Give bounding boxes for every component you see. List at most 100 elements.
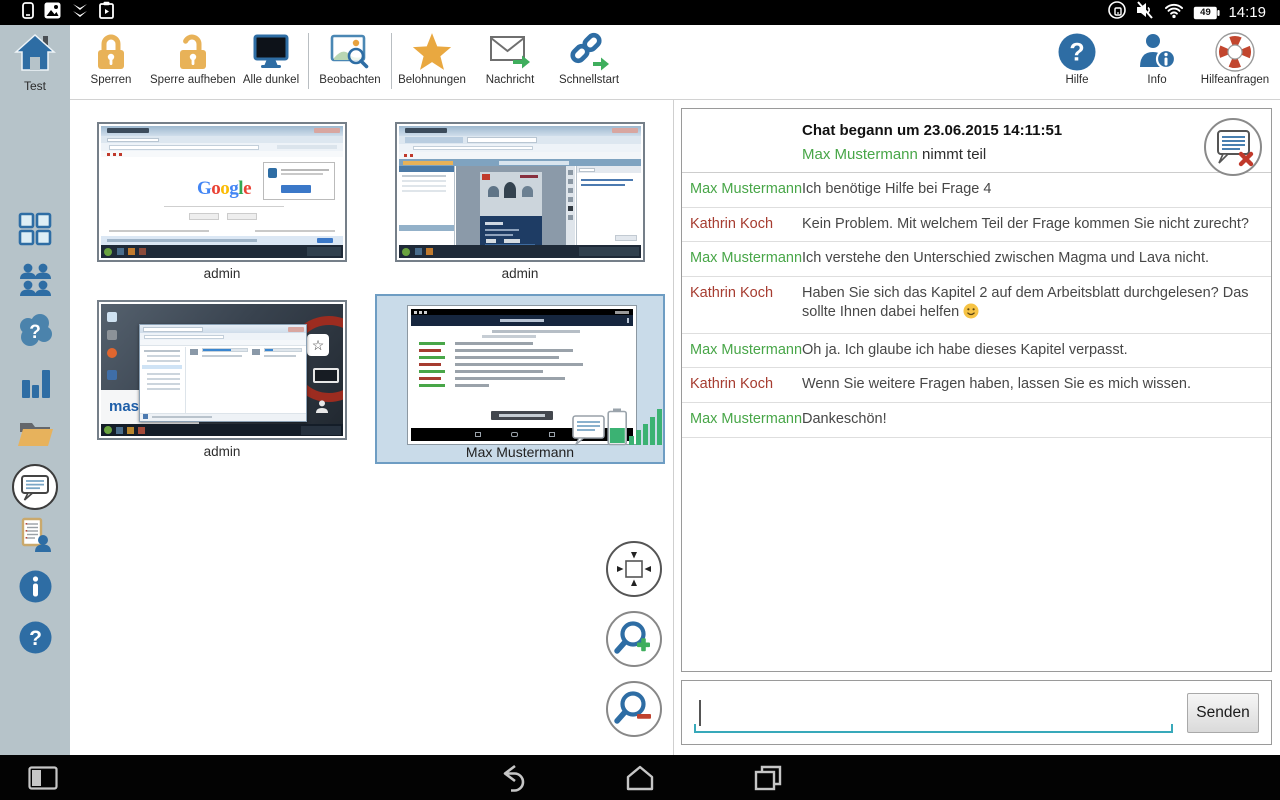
zoom-in-button[interactable] xyxy=(606,611,662,667)
send-button[interactable]: Senden xyxy=(1187,692,1259,733)
svg-text:?: ? xyxy=(29,322,41,343)
mini-toolstrip xyxy=(566,166,575,245)
observe-picture-magnifier-icon xyxy=(310,30,390,74)
zoom-in-icon xyxy=(614,621,650,654)
end-chat-icon xyxy=(1217,130,1254,167)
report-person-icon xyxy=(17,517,53,558)
mini-taskbar xyxy=(101,245,343,258)
mini-viewer xyxy=(456,166,566,250)
sidebar-item-students[interactable] xyxy=(0,257,70,308)
grid-icon xyxy=(17,211,53,252)
star-icon xyxy=(392,30,472,74)
chat-participant-text: Max Mustermann nimmt teil xyxy=(802,146,1191,163)
sidebar-item-info[interactable] xyxy=(0,563,70,614)
thumbnail-2-screen xyxy=(399,126,641,258)
toolbar-observe-label: Beobachten xyxy=(319,74,381,86)
thumbnail-1-label: admin xyxy=(203,266,241,281)
student-thumbnail-4-selected[interactable]: Max Mustermann xyxy=(375,294,665,464)
chat-active-indicator xyxy=(12,463,58,510)
notification-clipboard-icon xyxy=(99,1,114,24)
lifebuoy-icon xyxy=(1192,30,1278,74)
lock-open-icon xyxy=(150,30,230,74)
student-thumbnail-2[interactable] xyxy=(395,122,645,262)
cast-screen-icon xyxy=(1107,0,1127,25)
info-circle-icon xyxy=(19,570,52,608)
thumbnail-4-label: Max Mustermann xyxy=(465,444,575,460)
toolbar-lock-button[interactable]: Sperren xyxy=(71,30,151,96)
folder-icon xyxy=(16,417,54,454)
battery-level-icon: 49 xyxy=(1193,6,1221,20)
mini-person-glyph xyxy=(315,400,329,414)
battery-percent-text: 49 xyxy=(1200,7,1211,18)
dark-monitor-icon xyxy=(231,30,311,74)
chat-message-list: Max Mustermann Ich benötige Hilfe bei Fr… xyxy=(682,173,1271,438)
chat-message-input[interactable] xyxy=(694,692,1173,731)
fit-to-screen-icon xyxy=(617,552,651,586)
chat-message: Max Mustermann Oh ja. Ich glaube ich hab… xyxy=(682,334,1271,369)
toolbar: Sperren Sperre aufheben Alle dunkel Beob… xyxy=(70,25,1280,100)
student-thumbnail-3[interactable]: Komm ☆ maste xyxy=(97,300,347,440)
envelope-send-icon xyxy=(470,30,550,74)
recents-button-icon[interactable] xyxy=(754,765,782,791)
clock: 14:19 xyxy=(1228,4,1266,21)
zoom-out-button[interactable] xyxy=(606,681,662,737)
toolbar-blank-label: Alle dunkel xyxy=(242,74,300,86)
toolbar-lock-label: Sperren xyxy=(90,74,132,86)
chat-panel: Chat begann um 23.06.2015 14:11:51 Max M… xyxy=(681,108,1272,672)
link-chain-icon xyxy=(549,30,629,74)
split-screen-icon[interactable] xyxy=(28,765,58,790)
svg-text:?: ? xyxy=(29,627,42,650)
fit-to-screen-button[interactable] xyxy=(606,541,662,597)
sidebar-item-home-class[interactable]: Test xyxy=(0,33,70,93)
toolbar-message-label: Nachricht xyxy=(485,74,535,86)
toolbar-message-button[interactable]: Nachricht xyxy=(470,30,550,96)
person-info-icon xyxy=(1117,30,1197,74)
sidebar-item-files[interactable] xyxy=(0,410,70,461)
home-button-icon[interactable] xyxy=(626,765,654,791)
toolbar-blank-screens-button[interactable]: Alle dunkel xyxy=(231,30,311,96)
status-bar: 49 14:19 xyxy=(0,0,1280,25)
mini-window-titlebar xyxy=(101,126,343,136)
toolbar-observe-button[interactable]: Beobachten xyxy=(310,30,390,96)
toolbar-quickstart-label: Schnellstart xyxy=(558,74,620,86)
sidebar-item-thumbnails-grid[interactable] xyxy=(0,206,70,257)
end-chat-button[interactable] xyxy=(1204,118,1262,176)
thumbnail-1-screen: Google xyxy=(101,126,343,258)
mini-right-panel xyxy=(576,166,641,245)
android-nav-bar xyxy=(0,755,1280,800)
chat-message: Max Mustermann Dankeschön! xyxy=(682,403,1271,438)
smiley-emoji xyxy=(963,303,979,326)
wifi-icon xyxy=(1163,2,1185,24)
sidebar-item-statistics[interactable] xyxy=(0,359,70,410)
thumbnail-2-label: admin xyxy=(501,266,539,281)
sidebar-home-label: Test xyxy=(23,79,46,93)
sidebar-item-question[interactable]: ? xyxy=(0,308,70,359)
chat-header: Chat begann um 23.06.2015 14:11:51 Max M… xyxy=(682,109,1271,176)
toolbar-help-requests-button[interactable]: Hilfeanfragen xyxy=(1192,30,1278,96)
sidebar: Test ? ? xyxy=(0,25,70,755)
toolbar-unlock-button[interactable]: Sperre aufheben xyxy=(150,30,236,96)
chat-input-underline xyxy=(694,692,1173,733)
toolbar-info-button[interactable]: Info xyxy=(1117,30,1197,96)
sidebar-item-chat[interactable] xyxy=(0,461,70,512)
toolbar-rewards-button[interactable]: Belohnungen xyxy=(392,30,472,96)
chat-message: Kathrin Koch Wenn Sie weitere Fragen hab… xyxy=(682,368,1271,403)
back-button-icon[interactable] xyxy=(498,764,528,792)
notification-photo-icon xyxy=(44,2,61,24)
mini-left-table xyxy=(399,166,455,245)
chat-message: Max Mustermann Ich benötige Hilfe bei Fr… xyxy=(682,173,1271,208)
toolbar-help-button[interactable]: ? Hilfe xyxy=(1037,30,1117,96)
student-thumbnail-1[interactable]: Google xyxy=(97,122,347,262)
chat-input-panel: Senden xyxy=(681,680,1272,745)
toolbar-quickstart-button[interactable]: Schnellstart xyxy=(549,30,629,96)
toolbar-info-label: Info xyxy=(1147,74,1167,86)
participant-name: Max Mustermann xyxy=(802,146,918,163)
toolbar-unlock-label: Sperre aufheben xyxy=(150,74,236,86)
mini-explorer-window xyxy=(139,324,307,422)
chat-message: Kathrin Koch Kein Problem. Mit welchem T… xyxy=(682,208,1271,243)
question-cloud-icon: ? xyxy=(16,313,54,354)
thumbnail-3-screen: Komm ☆ maste xyxy=(101,304,343,436)
sidebar-item-reports[interactable] xyxy=(0,512,70,563)
lock-closed-icon xyxy=(71,30,151,74)
sidebar-item-help[interactable]: ? xyxy=(0,614,70,665)
